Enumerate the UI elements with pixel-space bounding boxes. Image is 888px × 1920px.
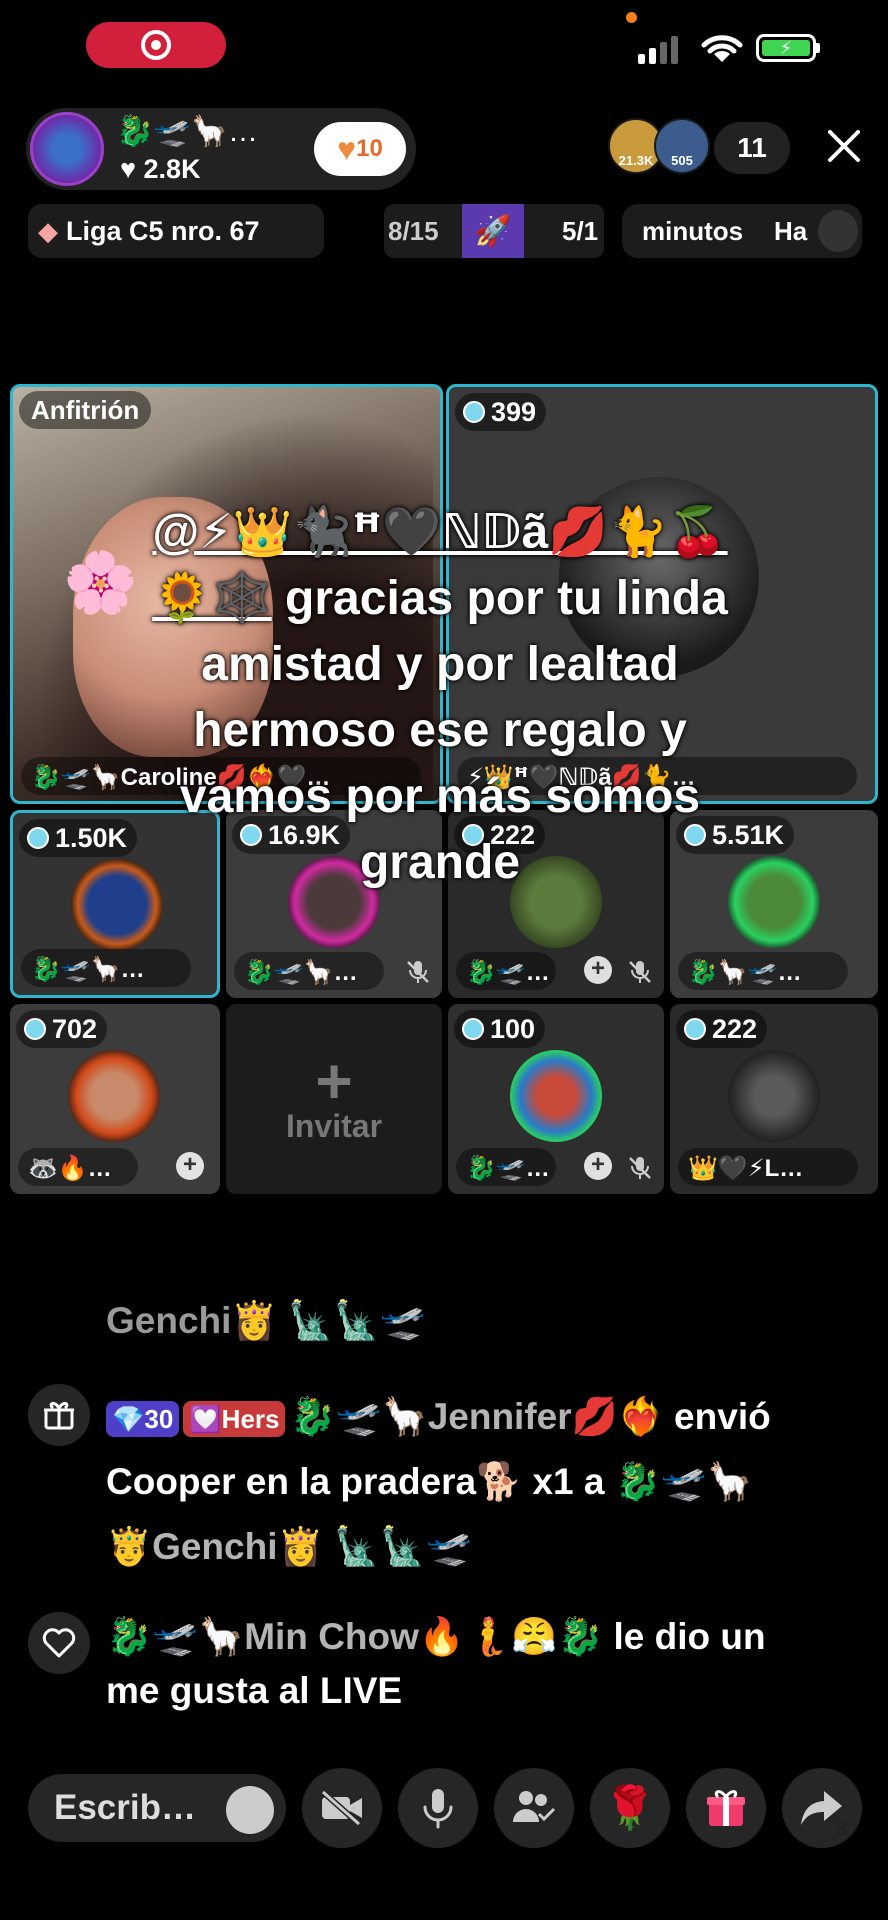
mic-in-use-dot — [626, 12, 637, 23]
invite-label: Invitar — [285, 1107, 383, 1144]
goal-progress-1: 8/15 — [388, 216, 439, 246]
ticker-avatar — [818, 210, 858, 252]
chat-like-message: 🐉🛫🦙Min Chow🔥🧜😤🐉 le dio un me gusta al LI… — [106, 1616, 766, 1711]
share-button[interactable]: 3 — [782, 1768, 862, 1848]
guest-score-badge: 100 — [454, 1010, 546, 1048]
guests-button[interactable] — [494, 1768, 574, 1848]
emoji-icon[interactable] — [226, 1786, 274, 1834]
guest-tile-name: 🐉🦙🛫… — [678, 952, 848, 990]
screen-recording-indicator[interactable] — [86, 22, 226, 68]
rose-gift-button[interactable]: 🌹 — [590, 1768, 670, 1848]
ticker-text-a: minutos — [642, 216, 744, 246]
like-user[interactable]: 🐉🛫🦙Min Chow🔥🧜😤🐉 — [106, 1616, 603, 1657]
goal-progress-2: 5/1 — [562, 216, 599, 246]
guest-tile-name: 🐉🛫… — [456, 1148, 556, 1186]
share-count: 3 — [835, 1816, 848, 1841]
caption-line: 🌻🕸️ gracias por tu linda — [152, 572, 728, 625]
host-name: 🐉🛫🦙… — [116, 115, 259, 148]
guest-avatar — [510, 1050, 602, 1142]
comment-placeholder: Escrib… — [54, 1788, 196, 1827]
league-rank: Liga C5 nro. 67 — [66, 215, 260, 246]
add-icon[interactable]: + — [584, 1152, 612, 1180]
mic-icon — [423, 1789, 453, 1829]
gift-button[interactable] — [686, 1768, 766, 1848]
gem-icon — [27, 827, 49, 849]
gift-box-icon — [707, 1790, 745, 1826]
guest-tile-name: 🐉🛫… — [456, 952, 556, 990]
mic-button[interactable] — [398, 1768, 478, 1848]
caption-line: hermoso ese regalo y — [193, 704, 687, 757]
caption-line: amistad y por lealtad — [201, 638, 679, 691]
follow-count: 10 — [356, 135, 383, 162]
gem-icon — [463, 401, 485, 423]
heart-icon: ♥ — [337, 130, 357, 167]
chat-gift-message: 💎30 💟Hers 🐉🛫🦙Jennifer💋❤️‍🔥 envió Cooper en… — [106, 1384, 866, 1579]
guest-avatar — [68, 1050, 160, 1142]
plus-icon: + — [315, 1044, 353, 1117]
wifi-icon — [701, 35, 743, 62]
guest-score-badge: 399 — [455, 393, 547, 431]
diamond-icon: ◆ — [38, 215, 58, 246]
guest-tile-name: 🦝🔥… — [18, 1148, 138, 1186]
gem-icon — [684, 1018, 706, 1040]
follow-button[interactable]: ♥ 10 — [314, 122, 406, 176]
rocket-icon: 🚀 — [462, 204, 524, 258]
guest-score-badge: 702 — [16, 1010, 108, 1048]
chat-message-faded: Genchi👸 🗽🗽🛫 — [106, 1300, 426, 1341]
guest-tile-name: 🐉🛫🦙… — [234, 952, 384, 990]
battery-nub — [816, 43, 820, 53]
add-icon[interactable]: + — [584, 956, 612, 984]
muted-mic-icon — [629, 1157, 651, 1179]
battery-icon: ⚡ — [756, 34, 816, 62]
caption-line: vamos por más somos — [179, 770, 701, 823]
gem-icon — [462, 1018, 484, 1040]
muted-mic-icon — [629, 961, 651, 983]
overlay-caption: @⚡👑🐈‍⬛ꟸ🖤ℕ𝔻ã💋🐈🍒 🌻🕸️ gracias por tu linda … — [120, 500, 760, 896]
host-info-pill[interactable]: 🐉🛫🦙… ♥ 2.8K ♥ 10 — [26, 108, 416, 190]
top-viewers[interactable]: 21.3K 505 — [608, 118, 710, 174]
goals-strip[interactable]: 8/15 🚀 5/1 — [384, 204, 604, 258]
guests-icon — [513, 1791, 556, 1822]
muted-mic-icon — [407, 961, 429, 983]
host-likes: ♥ 2.8K — [120, 154, 201, 184]
comment-input[interactable]: Escrib… — [28, 1774, 286, 1842]
guest-tile[interactable]: 100 🐉🛫… + — [448, 1004, 664, 1194]
guest-score: 399 — [491, 396, 537, 427]
viewer-count[interactable]: 11 — [714, 122, 790, 174]
cellular-signal-icon — [638, 32, 678, 64]
guest-tile[interactable]: 702 🦝🔥… + — [10, 1004, 220, 1194]
caption-line: grande — [359, 836, 521, 889]
gem-icon — [24, 1018, 46, 1040]
league-rank-pill[interactable]: ◆ Liga C5 nro. 67 — [28, 204, 324, 258]
guest-tile-name: 👑🖤⚡L… — [678, 1148, 858, 1186]
host-avatar[interactable] — [30, 112, 104, 186]
invite-tile[interactable]: + Invitar — [226, 1004, 442, 1194]
fan-club-badge: 💟Hers — [183, 1401, 286, 1438]
user-level-badge: 💎30 — [106, 1401, 180, 1438]
info-ticker[interactable]: minutos Ha — [622, 204, 862, 258]
guest-tile-name: 🐉🛫🦙… — [21, 949, 191, 987]
ticker-text-b: Ha — [774, 216, 808, 246]
viewer-avatar[interactable]: 505 — [654, 118, 710, 174]
gift-recipient[interactable]: 🤴Genchi👸 🗽🗽🛫 — [106, 1514, 866, 1579]
add-icon[interactable]: + — [176, 1152, 204, 1180]
rose-icon: 🌹 — [603, 1783, 657, 1831]
close-icon[interactable] — [822, 124, 866, 168]
gift-sender[interactable]: 🐉🛫🦙Jennifer💋❤️‍🔥 — [289, 1396, 663, 1437]
camera-off-button[interactable] — [302, 1768, 382, 1848]
camera-off-icon — [321, 1790, 362, 1826]
record-icon — [141, 30, 171, 60]
host-label: Anfitrión — [19, 391, 152, 429]
gift-icon — [28, 1384, 90, 1446]
guest-score-badge: 222 — [676, 1010, 768, 1048]
guest-tile[interactable]: 222 👑🖤⚡L… — [670, 1004, 878, 1194]
heart-outline-icon — [28, 1612, 90, 1674]
gift-detail: Cooper en la pradera🐕 x1 a 🐉🛫🦙 — [106, 1461, 753, 1502]
guest-avatar — [728, 1050, 820, 1142]
caption-mention: @⚡👑🐈‍⬛ꟸ🖤ℕ𝔻ã💋🐈🍒 — [152, 506, 728, 559]
